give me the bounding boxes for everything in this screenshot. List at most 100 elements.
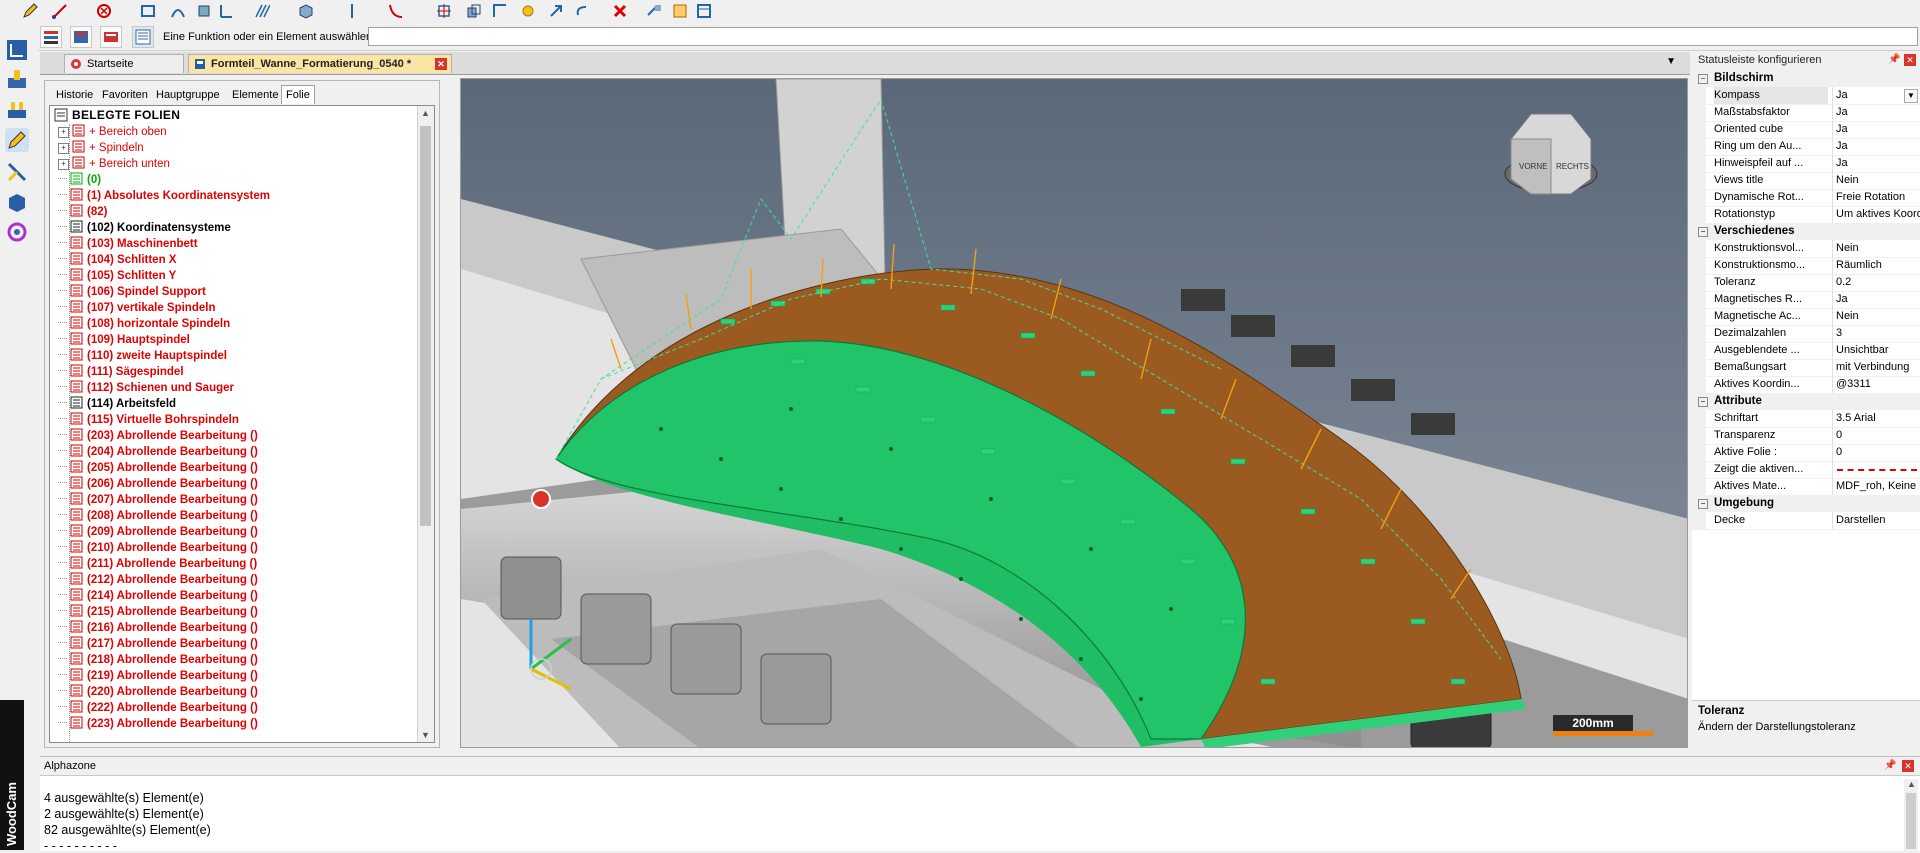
tree-item[interactable]: (223) Abrollende Bearbeitung () — [58, 716, 258, 732]
property-category[interactable]: − Attribute — [1692, 393, 1920, 410]
pin-icon[interactable]: 📌 — [1884, 761, 1896, 771]
property-value[interactable]: 3 — [1832, 325, 1920, 342]
tree-item[interactable]: (1) Absolutes Koordinatensystem — [58, 188, 270, 204]
property-row[interactable]: Ausgeblendete ... Unsichtbar — [1692, 342, 1920, 360]
hatch-tool-icon[interactable] — [254, 3, 270, 19]
snap-tool-icon[interactable] — [520, 3, 536, 19]
sketch-icon[interactable] — [5, 128, 29, 152]
property-value[interactable]: Ja — [1832, 138, 1920, 155]
tree-item[interactable]: (107) vertikale Spindeln — [58, 300, 215, 316]
tree-item[interactable]: (219) Abrollende Bearbeitung () — [58, 668, 258, 684]
command-input[interactable] — [368, 27, 1918, 46]
property-value[interactable]: Ja — [1832, 121, 1920, 138]
property-row[interactable]: Views title Nein — [1692, 172, 1920, 190]
tree-item[interactable]: (104) Schlitten X — [58, 252, 176, 268]
property-row[interactable]: Bemaßungsart mit Verbindung — [1692, 359, 1920, 377]
property-value[interactable] — [1832, 461, 1920, 478]
measure-tool-icon[interactable] — [218, 3, 234, 19]
tree-item[interactable]: (111) Sägespindel — [58, 364, 184, 380]
tree-item[interactable]: (216) Abrollende Bearbeitung () — [58, 620, 258, 636]
tab-document[interactable]: Formteil_Wanne_Formatierung_0540 * ✕ — [188, 54, 452, 73]
line-tool-icon[interactable] — [52, 3, 68, 19]
property-row[interactable]: Ring um den Au... Ja — [1692, 138, 1920, 156]
property-row[interactable]: Magnetisches R... Ja — [1692, 291, 1920, 309]
property-row[interactable]: Aktives Koordin... @3311 — [1692, 376, 1920, 394]
property-value[interactable]: @3311 — [1832, 376, 1920, 393]
alphazone-scrollbar[interactable]: ▲ — [1904, 779, 1918, 851]
scroll-thumb[interactable] — [1906, 793, 1916, 849]
close-tab-icon[interactable]: ✕ — [435, 58, 447, 70]
tree-item[interactable]: (210) Abrollende Bearbeitung () — [58, 540, 258, 556]
tab-historie[interactable]: Historie — [51, 85, 98, 105]
tool-path-icon[interactable] — [5, 160, 29, 184]
tree-item[interactable]: (211) Abrollende Bearbeitung () — [58, 556, 257, 572]
tree-item[interactable]: (103) Maschinenbett — [58, 236, 198, 252]
3d-viewport[interactable]: VORNE RECHTS 200mm — [460, 78, 1688, 748]
vertical-line-icon[interactable] — [344, 3, 360, 19]
machining-icon[interactable] — [5, 68, 29, 92]
tree-item[interactable]: (112) Schienen und Sauger — [58, 380, 234, 396]
property-value[interactable]: 0.2 — [1832, 274, 1920, 291]
tree-item[interactable]: (0) — [58, 172, 101, 188]
property-value[interactable]: Nein — [1832, 308, 1920, 325]
tree-item[interactable]: + + Spindeln — [58, 140, 144, 156]
property-value[interactable]: Ja — [1832, 291, 1920, 308]
property-value[interactable]: Freie Rotation — [1832, 189, 1920, 206]
expand-icon[interactable]: + — [58, 127, 69, 138]
tree-item[interactable]: (110) zweite Hauptspindel — [58, 348, 227, 364]
tree-item[interactable]: (114) Arbeitsfeld — [58, 396, 176, 412]
arrow-tool-icon[interactable] — [548, 3, 564, 19]
scroll-up-icon[interactable]: ▲ — [421, 108, 430, 118]
export-tool-icon[interactable] — [646, 3, 662, 19]
cube-tool-icon[interactable] — [298, 3, 314, 19]
transform-tool-icon[interactable] — [436, 3, 452, 19]
collapse-icon[interactable]: − — [1698, 397, 1708, 407]
property-row[interactable]: Rotationstyp Um aktives Koordin... — [1692, 206, 1920, 224]
property-value[interactable]: Darstellen — [1832, 512, 1920, 529]
tab-startseite[interactable]: Startseite — [64, 54, 184, 73]
tree-item[interactable]: (207) Abrollende Bearbeitung () — [58, 492, 258, 508]
tree-item[interactable]: + + Bereich unten — [58, 156, 170, 172]
property-value[interactable]: Nein — [1832, 240, 1920, 257]
scroll-up-icon[interactable]: ▲ — [1907, 779, 1916, 789]
tree-item[interactable]: (220) Abrollende Bearbeitung () — [58, 684, 258, 700]
undo-curve-icon[interactable] — [574, 3, 590, 19]
property-row[interactable]: Zeigt die aktiven... — [1692, 461, 1920, 479]
dimension-tool-icon[interactable] — [492, 3, 508, 19]
property-category[interactable]: − Verschiedenes — [1692, 223, 1920, 240]
tree-item[interactable]: (102) Koordinatensysteme — [58, 220, 231, 236]
arc-tool-icon[interactable] — [170, 3, 186, 19]
property-row[interactable]: Dezimalzahlen 3 — [1692, 325, 1920, 343]
rectangle-tool-icon[interactable] — [140, 3, 156, 19]
copy-tool-icon[interactable] — [466, 3, 482, 19]
property-row[interactable]: Aktive Folie : 0 — [1692, 444, 1920, 462]
tree-item[interactable]: + + Bereich oben — [58, 124, 167, 140]
property-value[interactable]: 3.5 Arial — [1832, 410, 1920, 427]
tab-hauptgruppe[interactable]: Hauptgruppe — [151, 85, 225, 105]
property-value[interactable]: Ja — [1832, 155, 1920, 172]
tab-favoriten[interactable]: Favoriten — [97, 85, 153, 105]
delete-icon[interactable] — [612, 3, 628, 19]
import-tool-icon[interactable] — [672, 3, 688, 19]
close-panel-icon[interactable]: ✕ — [1902, 760, 1914, 772]
simulation-icon[interactable] — [5, 220, 29, 244]
pin-icon[interactable]: 📌 — [1888, 55, 1900, 65]
property-row[interactable]: Aktives Mate... MDF_roh, Keine Be... — [1692, 478, 1920, 496]
tree-scrollbar[interactable]: ▲ ▼ — [417, 106, 434, 742]
property-value[interactable]: Unsichtbar — [1832, 342, 1920, 359]
scroll-thumb[interactable] — [420, 126, 431, 526]
tree-item[interactable]: (206) Abrollende Bearbeitung () — [58, 476, 258, 492]
property-value[interactable]: Ja — [1832, 104, 1920, 121]
workplan-icon[interactable] — [5, 38, 29, 62]
tree-item[interactable]: (82) — [58, 204, 107, 220]
circle-delete-icon[interactable] — [96, 3, 112, 19]
tree-item[interactable]: (205) Abrollende Bearbeitung () — [58, 460, 258, 476]
property-row[interactable]: Schriftart 3.5 Arial — [1692, 410, 1920, 428]
tree-item[interactable]: (215) Abrollende Bearbeitung () — [58, 604, 258, 620]
collapse-icon[interactable]: − — [1698, 74, 1708, 84]
property-row[interactable]: Toleranz 0.2 — [1692, 274, 1920, 292]
chevron-down-icon[interactable]: ▼ — [1904, 89, 1918, 103]
tree-item[interactable]: (217) Abrollende Bearbeitung () — [58, 636, 258, 652]
property-row[interactable]: Kompass Ja ▼ — [1692, 87, 1920, 105]
property-row[interactable]: Dynamische Rot... Freie Rotation — [1692, 189, 1920, 207]
